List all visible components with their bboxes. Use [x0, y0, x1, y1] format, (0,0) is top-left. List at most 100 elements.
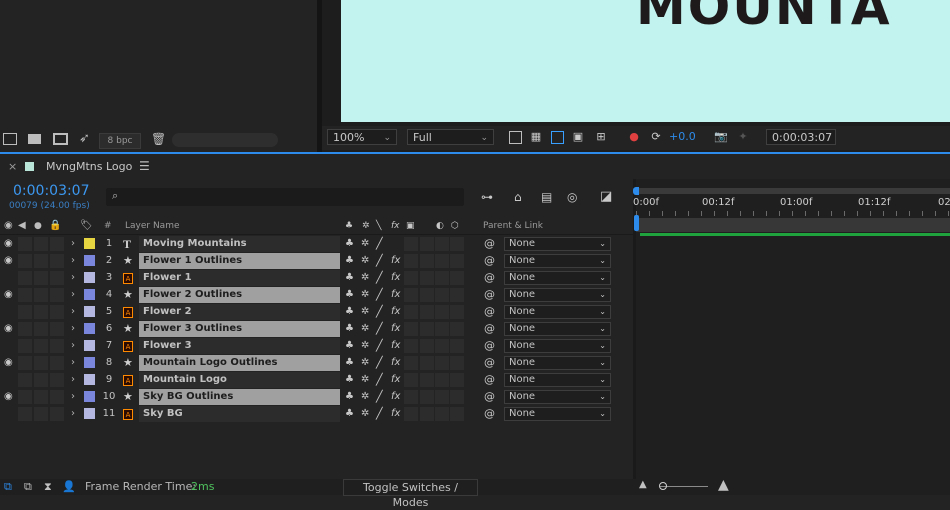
fx-switch-icon[interactable]: fx: [391, 355, 400, 371]
composition-mini-flowchart-icon[interactable]: ⊶: [481, 190, 493, 204]
solo-toggle[interactable]: [34, 339, 48, 353]
extra-switch[interactable]: [450, 373, 464, 387]
pick-whip-icon[interactable]: @: [484, 321, 495, 337]
expand-chevron-icon[interactable]: ›: [71, 287, 75, 303]
3d-switch[interactable]: [435, 407, 449, 421]
visibility-eye-icon[interactable]: ◉: [4, 253, 16, 269]
transfer-controls-icon[interactable]: ⧉: [24, 480, 32, 494]
extra-switch[interactable]: [450, 254, 464, 268]
audio-toggle[interactable]: [18, 305, 32, 319]
parent-dropdown[interactable]: None ⌄: [504, 237, 611, 251]
quality-switch-icon[interactable]: ╱: [376, 355, 383, 371]
shy-switch-icon[interactable]: ♣: [345, 321, 354, 337]
quality-switch-icon[interactable]: ╱: [376, 287, 383, 303]
visibility-eye-icon[interactable]: ◉: [4, 355, 16, 371]
adjust-icon[interactable]: ➶: [79, 131, 90, 146]
layer-name[interactable]: Mountain Logo Outlines: [139, 355, 340, 371]
pick-whip-icon[interactable]: @: [484, 355, 495, 371]
visibility-eye-icon[interactable]: [4, 406, 16, 422]
quality-switch-icon[interactable]: ╱: [376, 270, 383, 286]
expand-chevron-icon[interactable]: ›: [71, 253, 75, 269]
audio-toggle[interactable]: [18, 373, 32, 387]
quality-switch-icon[interactable]: ╱: [376, 338, 383, 354]
shy-switch-icon[interactable]: ♣: [345, 253, 354, 269]
fx-switch-icon[interactable]: fx: [391, 304, 400, 320]
lock-toggle[interactable]: [50, 254, 64, 268]
collapse-switch-icon[interactable]: ✲: [361, 406, 369, 422]
parent-dropdown[interactable]: None ⌄: [504, 322, 611, 336]
layer-search-input[interactable]: ⌕: [106, 188, 464, 206]
shy-switch-icon[interactable]: ♣: [345, 304, 354, 320]
zoom-slider-thumb[interactable]: [659, 482, 667, 490]
visibility-eye-icon[interactable]: ◉: [4, 236, 16, 252]
audio-toggle[interactable]: [18, 288, 32, 302]
parent-dropdown[interactable]: None ⌄: [504, 373, 611, 387]
motion-blur-switch[interactable]: [404, 288, 418, 302]
audio-toggle[interactable]: [18, 271, 32, 285]
layer-name[interactable]: Flower 1 Outlines: [139, 253, 340, 269]
mask-visibility-icon[interactable]: [551, 131, 564, 144]
layer-switches-icon[interactable]: ⧉: [4, 480, 12, 494]
3d-switch[interactable]: [435, 305, 449, 319]
collapse-switch-icon[interactable]: ✲: [361, 338, 369, 354]
layer-name[interactable]: Sky BG: [139, 406, 340, 422]
pick-whip-icon[interactable]: @: [484, 406, 495, 422]
audio-toggle[interactable]: [18, 339, 32, 353]
expand-chevron-icon[interactable]: ›: [71, 389, 75, 405]
adjustment-switch[interactable]: [420, 322, 434, 336]
pick-whip-icon[interactable]: @: [484, 236, 495, 252]
extra-switch[interactable]: [450, 322, 464, 336]
shy-switch-icon[interactable]: ♣: [345, 270, 354, 286]
lock-toggle[interactable]: [50, 288, 64, 302]
layer-row[interactable]: ◉ › 10 ★ Sky BG Outlines ♣ ✲ ╱ fx @ None ⌄: [0, 389, 633, 405]
adjustment-switch[interactable]: [420, 373, 434, 387]
viewer-timecode[interactable]: 0:00:03:07: [766, 129, 836, 145]
label-color-swatch[interactable]: [84, 340, 95, 351]
quality-switch-icon[interactable]: ╱: [376, 236, 383, 252]
layer-name[interactable]: Flower 3: [139, 338, 340, 354]
layer-row[interactable]: › 9 A Mountain Logo ♣ ✲ ╱ fx @ None ⌄: [0, 372, 633, 388]
solo-toggle[interactable]: [34, 407, 48, 421]
exposure-value[interactable]: +0.0: [669, 130, 696, 143]
motion-blur-switch[interactable]: [404, 356, 418, 370]
quality-switch-icon[interactable]: ╱: [376, 321, 383, 337]
pick-whip-icon[interactable]: @: [484, 270, 495, 286]
quality-switch-icon[interactable]: ╱: [376, 253, 383, 269]
layer-row[interactable]: ◉ › 1 T Moving Mountains ♣ ✲ ╱ @ None ⌄: [0, 236, 633, 252]
layer-name[interactable]: Sky BG Outlines: [139, 389, 340, 405]
expand-chevron-icon[interactable]: ›: [71, 372, 75, 388]
parent-dropdown[interactable]: None ⌄: [504, 356, 611, 370]
label-color-swatch[interactable]: [84, 408, 95, 419]
lock-toggle[interactable]: [50, 237, 64, 251]
in-out-icon[interactable]: ⧗: [44, 480, 52, 494]
motion-blur-switch[interactable]: [404, 254, 418, 268]
parent-dropdown[interactable]: None ⌄: [504, 271, 611, 285]
collapse-switch-icon[interactable]: ✲: [361, 304, 369, 320]
expand-chevron-icon[interactable]: ›: [71, 338, 75, 354]
timeline-tab-title[interactable]: MvngMtns Logo: [46, 160, 132, 173]
layer-name[interactable]: Flower 1: [139, 270, 340, 286]
show-snapshot-icon[interactable]: ✦: [736, 130, 750, 144]
shy-switch-icon[interactable]: ♣: [345, 236, 354, 252]
parent-dropdown[interactable]: None ⌄: [504, 288, 611, 302]
collapse-switch-icon[interactable]: ✲: [361, 389, 369, 405]
collapse-switch-icon[interactable]: ✲: [361, 236, 369, 252]
visibility-eye-icon[interactable]: ◉: [4, 287, 16, 303]
motion-blur-switch[interactable]: [404, 339, 418, 353]
adjustment-switch[interactable]: [420, 305, 434, 319]
composition-canvas[interactable]: MOUNTA: [341, 0, 950, 122]
visibility-eye-icon[interactable]: ◉: [4, 389, 16, 405]
shy-switch-icon[interactable]: ♣: [345, 338, 354, 354]
layer-row[interactable]: › 7 A Flower 3 ♣ ✲ ╱ fx @ None ⌄: [0, 338, 633, 354]
expand-chevron-icon[interactable]: ›: [71, 321, 75, 337]
motion-blur-switch[interactable]: [404, 407, 418, 421]
pick-whip-icon[interactable]: @: [484, 253, 495, 269]
quality-switch-icon[interactable]: ╱: [376, 406, 383, 422]
resolution-dropdown[interactable]: Full ⌄: [407, 129, 494, 145]
current-time-indicator[interactable]: [634, 215, 639, 231]
solo-toggle[interactable]: [34, 322, 48, 336]
3d-switch[interactable]: [435, 254, 449, 268]
parent-dropdown[interactable]: None ⌄: [504, 305, 611, 319]
shy-switch-icon[interactable]: ♣: [345, 389, 354, 405]
panel-menu-icon[interactable]: ☰: [139, 159, 150, 173]
